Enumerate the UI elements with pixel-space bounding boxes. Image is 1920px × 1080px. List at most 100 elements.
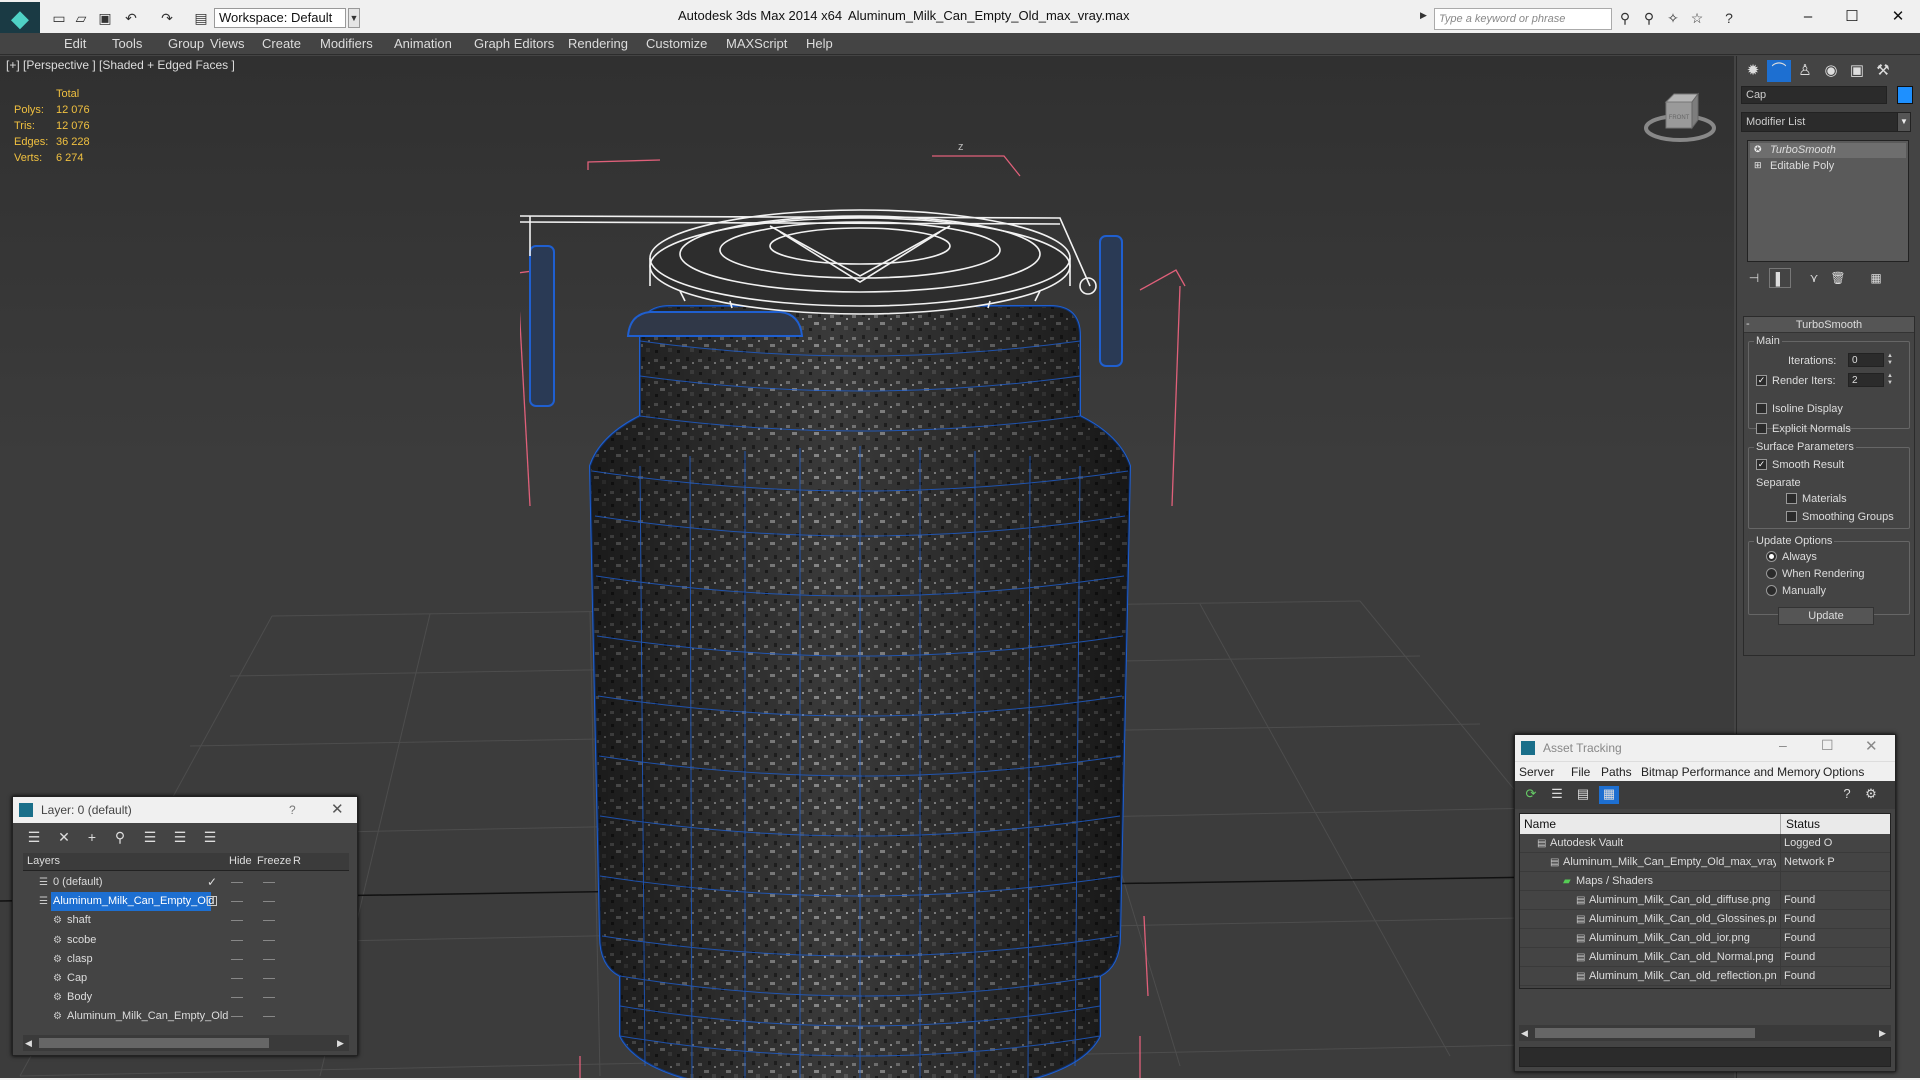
- delete-layer-icon[interactable]: ✕: [53, 829, 75, 847]
- scroll-right-icon[interactable]: ▶: [337, 1038, 344, 1049]
- asset-row[interactable]: ▤ Aluminum_Milk_Can_old_diffuse.png Found: [1520, 891, 1890, 910]
- menu-views[interactable]: Views: [210, 36, 244, 51]
- update-button[interactable]: Update: [1778, 607, 1874, 625]
- rollout-collapse-icon[interactable]: -: [1746, 318, 1750, 330]
- table-view-icon[interactable]: ▤: [1573, 786, 1593, 804]
- remove-modifier-icon[interactable]: 🗑: [1827, 268, 1849, 288]
- asset-close-icon[interactable]: ✕: [1865, 737, 1878, 755]
- asset-row[interactable]: ▤ Aluminum_Milk_Can_old_Normal.png Found: [1520, 948, 1890, 967]
- modifier-stack-item[interactable]: Editable Poly: [1750, 159, 1906, 174]
- layer-row[interactable]: ⚙ Cap: [23, 969, 349, 988]
- hide-toggle[interactable]: [231, 958, 243, 960]
- hide-all-layers-icon[interactable]: ☰: [169, 829, 191, 847]
- workspace-dropdown[interactable]: Workspace: Default: [214, 8, 346, 28]
- iterations-spinner[interactable]: 0: [1848, 353, 1884, 367]
- configure-modifier-sets-icon[interactable]: ▦: [1865, 268, 1887, 288]
- lightbulb-icon[interactable]: ✪: [1754, 144, 1764, 154]
- undo-icon[interactable]: ↶: [122, 9, 140, 27]
- refresh-icon[interactable]: ⟳: [1521, 786, 1541, 804]
- hierarchy-tab-icon[interactable]: ♙: [1793, 60, 1817, 82]
- menu-maxscript[interactable]: MAXScript: [726, 36, 787, 51]
- layer-row[interactable]: ☰ 0 (default) ✓: [23, 873, 349, 892]
- render-iters-spinner[interactable]: 2: [1848, 373, 1884, 387]
- freeze-toggle[interactable]: [263, 939, 275, 941]
- freeze-toggle[interactable]: [263, 958, 275, 960]
- binoculars-icon[interactable]: ⚲: [1616, 10, 1634, 28]
- asset-menu-server[interactable]: Server: [1519, 765, 1554, 779]
- favorites-star-icon[interactable]: ☆: [1688, 10, 1706, 28]
- search-input[interactable]: Type a keyword or phrase: [1434, 8, 1612, 30]
- freeze-all-layers-icon[interactable]: ☰: [199, 829, 221, 847]
- iterations-spinner-arrows-icon[interactable]: ▲ ▼: [1886, 353, 1894, 367]
- layer-scroll-thumb[interactable]: [39, 1038, 269, 1048]
- motion-tab-icon[interactable]: ◉: [1819, 60, 1843, 82]
- layer-row[interactable]: ⚙ clasp: [23, 950, 349, 969]
- asset-minimize-icon[interactable]: –: [1779, 737, 1787, 753]
- asset-menu-bitmap-performance-and-memory[interactable]: Bitmap Performance and Memory: [1641, 765, 1820, 779]
- freeze-toggle[interactable]: [263, 882, 275, 883]
- communication-center-icon[interactable]: ✧: [1664, 10, 1682, 28]
- menu-group[interactable]: Group: [168, 36, 204, 51]
- viewport-label[interactable]: [+] [Perspective ] [Shaded + Edged Faces…: [6, 58, 235, 72]
- asset-scroll-left-icon[interactable]: ◀: [1521, 1028, 1528, 1039]
- layer-row[interactable]: ⚙ Body: [23, 988, 349, 1007]
- always-radio[interactable]: [1766, 551, 1777, 562]
- modifier-stack-item[interactable]: TurboSmooth: [1750, 143, 1906, 158]
- add-to-layer-icon[interactable]: +: [81, 829, 103, 847]
- layer-window-close-icon[interactable]: ✕: [331, 800, 344, 818]
- minimize-icon[interactable]: –: [1788, 4, 1828, 30]
- display-tab-icon[interactable]: ▣: [1845, 60, 1869, 82]
- scroll-left-icon[interactable]: ◀: [25, 1038, 32, 1049]
- project-folder-icon[interactable]: ▤: [192, 9, 210, 27]
- modifier-list-arrow-icon[interactable]: ▼: [1897, 112, 1911, 132]
- save-icon[interactable]: ▣: [96, 9, 114, 27]
- menu-edit[interactable]: Edit: [64, 36, 86, 51]
- layer-row[interactable]: ⚙ scobe: [23, 931, 349, 950]
- asset-scroll-right-icon[interactable]: ▶: [1879, 1028, 1886, 1039]
- render-iters-spinner-arrows-icon[interactable]: ▲ ▼: [1886, 373, 1894, 387]
- make-current-icon[interactable]: [207, 896, 217, 907]
- hide-toggle[interactable]: [231, 882, 243, 883]
- redo-icon[interactable]: ↷: [158, 9, 176, 27]
- asset-row[interactable]: ▰ Maps / Shaders: [1520, 872, 1890, 891]
- highlight-layer-icon[interactable]: ☰: [139, 829, 161, 847]
- layer-row[interactable]: ⚙ shaft: [23, 911, 349, 930]
- viewcube[interactable]: FRONT: [1640, 88, 1720, 148]
- asset-row[interactable]: ▤Aluminum_Milk_Can_Empty_Old_max_vray.ma…: [1520, 853, 1890, 872]
- utilities-tab-icon[interactable]: ⚒: [1871, 60, 1895, 82]
- select-objects-icon[interactable]: ⚲: [109, 829, 131, 847]
- show-end-result-icon[interactable]: ▌: [1769, 268, 1791, 288]
- search-icon[interactable]: ⚲: [1640, 10, 1658, 28]
- current-layer-check-icon[interactable]: ✓: [207, 873, 217, 892]
- asset-row[interactable]: ▤ Aluminum_Milk_Can_old_reflection.png Fou…: [1520, 967, 1890, 986]
- maximize-icon[interactable]: ☐: [1832, 4, 1872, 30]
- modify-tab-icon[interactable]: ⌒: [1767, 60, 1791, 82]
- hide-toggle[interactable]: [231, 1016, 243, 1018]
- list-view-icon[interactable]: ☰: [1547, 786, 1567, 804]
- rollout-header[interactable]: TurboSmooth: [1744, 317, 1914, 333]
- layer-window-help-icon[interactable]: ?: [289, 803, 296, 817]
- asset-help-icon[interactable]: ?: [1837, 786, 1857, 804]
- layer-row[interactable]: ⚙ Aluminum_Milk_Can_Empty_Old: [23, 1007, 349, 1026]
- hide-toggle[interactable]: [231, 901, 243, 903]
- expand-icon[interactable]: ⊞: [1754, 160, 1764, 170]
- object-color-swatch[interactable]: [1897, 86, 1913, 104]
- object-name-field[interactable]: Cap: [1741, 86, 1887, 104]
- menu-animation[interactable]: Animation: [394, 36, 452, 51]
- asset-horizontal-scrollbar[interactable]: ◀ ▶: [1519, 1025, 1891, 1041]
- freeze-toggle[interactable]: [263, 997, 275, 999]
- when-rendering-radio[interactable]: [1766, 568, 1777, 579]
- open-file-icon[interactable]: ▱: [72, 9, 90, 27]
- menu-help[interactable]: Help: [806, 36, 833, 51]
- menu-rendering[interactable]: Rendering: [568, 36, 628, 51]
- asset-maximize-icon[interactable]: ☐: [1821, 737, 1834, 754]
- search-expand-icon[interactable]: ▶: [1420, 10, 1427, 21]
- workspace-dropdown-arrow-icon[interactable]: ▼: [348, 8, 360, 28]
- menu-modifiers[interactable]: Modifiers: [320, 36, 373, 51]
- freeze-toggle[interactable]: [263, 920, 275, 922]
- isoline-display-checkbox[interactable]: [1756, 403, 1767, 414]
- menu-graph-editors[interactable]: Graph Editors: [474, 36, 554, 51]
- make-unique-icon[interactable]: ⋎: [1803, 268, 1825, 288]
- asset-options-icon[interactable]: ⚙: [1861, 786, 1881, 804]
- new-file-icon[interactable]: ▭: [50, 9, 68, 27]
